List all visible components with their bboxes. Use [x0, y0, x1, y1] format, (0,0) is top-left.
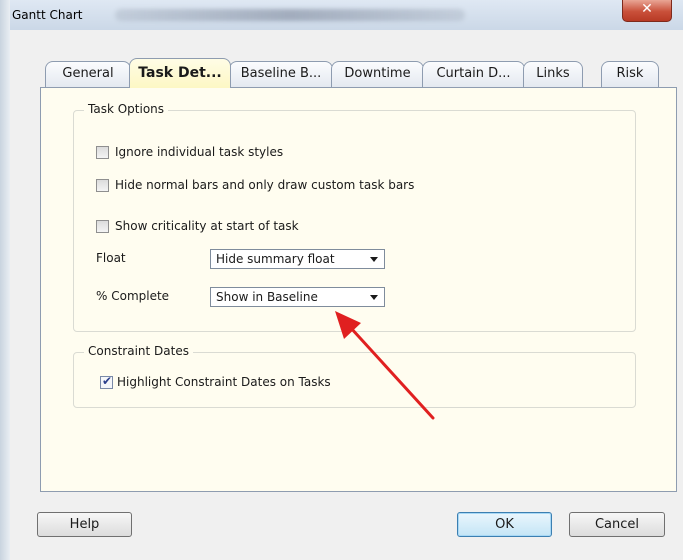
background-strip	[0, 0, 10, 560]
checkbox-label: Highlight Constraint Dates on Tasks	[117, 375, 331, 389]
tab-task-details[interactable]: Task Det...	[129, 58, 231, 88]
float-label: Float	[96, 251, 126, 265]
float-select[interactable]: Hide summary float	[210, 249, 385, 269]
show-criticality-checkbox[interactable]: Show criticality at start of task	[96, 219, 496, 235]
ignore-task-styles-checkbox[interactable]: Ignore individual task styles	[96, 145, 496, 161]
tab-downtime[interactable]: Downtime	[331, 61, 424, 87]
checkmark-icon: ✔	[102, 374, 113, 388]
checkbox-label: Hide normal bars and only draw custom ta…	[115, 178, 415, 192]
title-bar: Gantt Chart ✕	[10, 0, 683, 30]
percent-complete-select[interactable]: Show in Baseline	[210, 287, 385, 307]
percent-complete-select-value: Show in Baseline	[216, 290, 318, 304]
constraint-dates-legend: Constraint Dates	[84, 344, 193, 358]
tab-risk[interactable]: Risk	[601, 61, 659, 87]
checkbox-box[interactable]: ✔	[100, 374, 113, 389]
task-options-group: Task Options Ignore individual task styl…	[73, 102, 636, 332]
gantt-chart-dialog: Gantt Chart ✕ General Task Det... Baseli…	[10, 0, 683, 560]
float-select-value: Hide summary float	[216, 252, 335, 266]
help-button[interactable]: Help	[37, 512, 132, 537]
tab-general[interactable]: General	[45, 61, 131, 87]
hide-normal-bars-checkbox[interactable]: Hide normal bars and only draw custom ta…	[96, 178, 496, 194]
tab-curtain-dates[interactable]: Curtain D...	[422, 61, 525, 87]
window-title: Gantt Chart	[12, 8, 83, 22]
task-details-panel: Task Options Ignore individual task styl…	[40, 87, 677, 492]
highlight-constraint-dates-checkbox[interactable]: ✔ Highlight Constraint Dates on Tasks	[100, 374, 450, 391]
task-options-legend: Task Options	[84, 102, 169, 116]
checkbox-label: Ignore individual task styles	[115, 145, 284, 159]
constraint-dates-group: Constraint Dates ✔ Highlight Constraint …	[73, 344, 636, 408]
chevron-down-icon	[370, 295, 378, 300]
percent-complete-label: % Complete	[96, 289, 170, 303]
tab-links[interactable]: Links	[523, 61, 583, 87]
ok-button[interactable]: OK	[457, 512, 552, 537]
tab-baseline-bars[interactable]: Baseline B...	[229, 61, 333, 87]
close-button[interactable]: ✕	[622, 0, 672, 22]
checkbox-box[interactable]	[96, 179, 109, 192]
checkbox-box[interactable]	[96, 220, 109, 233]
cancel-button[interactable]: Cancel	[569, 512, 665, 537]
close-icon: ✕	[641, 1, 653, 17]
checkbox-label: Show criticality at start of task	[115, 219, 299, 233]
checkbox-box[interactable]	[96, 146, 109, 159]
chevron-down-icon	[370, 257, 378, 262]
blurred-file-path	[115, 9, 465, 21]
